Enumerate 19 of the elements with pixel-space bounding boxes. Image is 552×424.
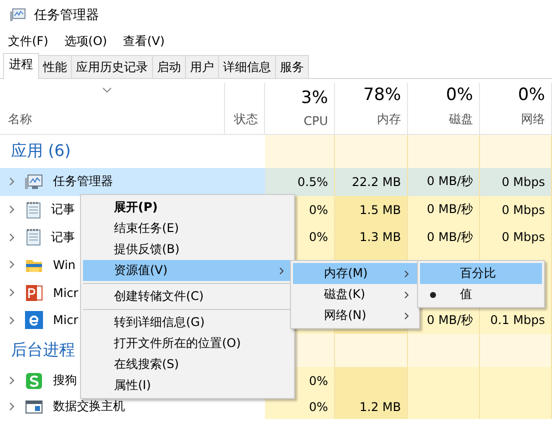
- table-cell: 0 MB/秒: [408, 223, 480, 252]
- table-cell: 1.2 MB: [335, 394, 408, 419]
- table-cell: 0 MB/秒: [408, 196, 480, 224]
- usage-percent: 3%: [301, 87, 328, 109]
- table-cell: 1.3 MB: [335, 223, 408, 252]
- window-title: 任务管理器: [34, 7, 99, 24]
- table-cell: 22.2 MB: [335, 168, 408, 196]
- table-cell: 0.1 Mbps: [480, 306, 552, 334]
- usage-percent: 0%: [518, 84, 545, 106]
- table-cell: 0 MB/秒: [408, 168, 480, 196]
- group-heading: 后台进程: [11, 340, 75, 362]
- usage-percent: 0%: [446, 84, 473, 106]
- table-cell: 0.5%: [265, 168, 335, 196]
- group-heading: 应用 (6): [11, 141, 71, 162]
- table-cell: 0 Mbps: [480, 168, 552, 196]
- usage-percent: 78%: [363, 84, 401, 106]
- table-cell: 0 Mbps: [480, 223, 552, 252]
- table-cell: 1.5 MB: [335, 196, 408, 224]
- table-cell: 0 Mbps: [480, 196, 552, 224]
